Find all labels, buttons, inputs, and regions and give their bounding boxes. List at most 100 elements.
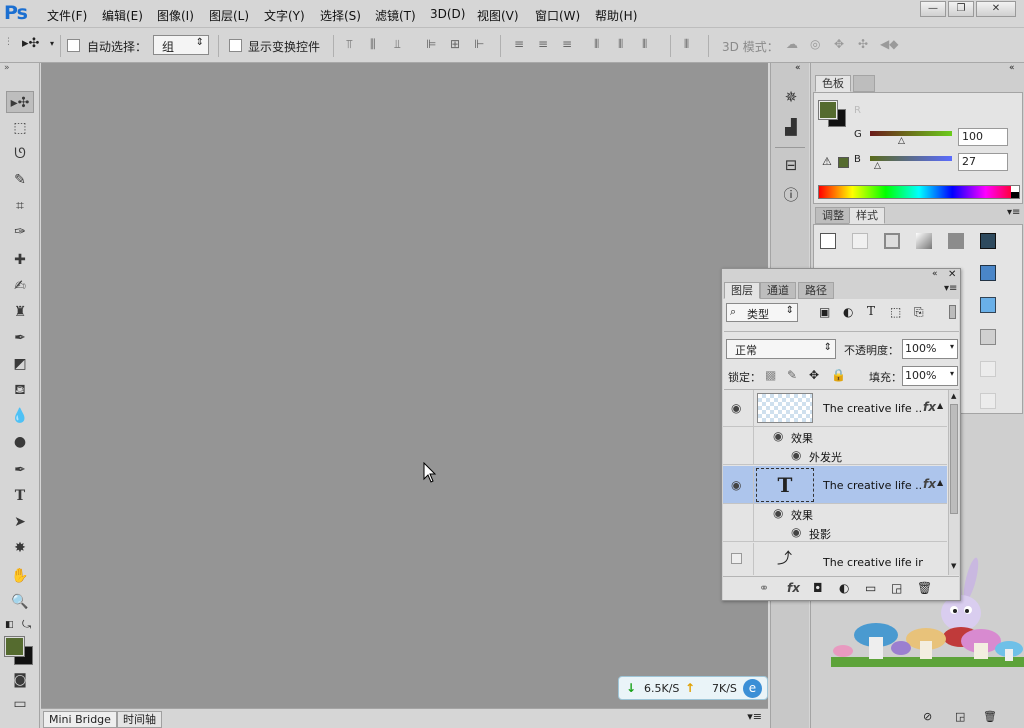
- tab-channels[interactable]: 通道: [760, 282, 796, 299]
- tab-styles[interactable]: 样式: [849, 207, 885, 224]
- filter-toggle[interactable]: [949, 305, 956, 319]
- history-brush-tool-icon[interactable]: ✒: [6, 327, 34, 349]
- foreground-color-swatch[interactable]: [4, 636, 25, 657]
- tab-extra[interactable]: [853, 75, 875, 92]
- menu-help[interactable]: 帮助(H): [595, 7, 637, 24]
- filter-text-icon[interactable]: T: [867, 304, 875, 318]
- close-panel-icon[interactable]: ✕: [948, 269, 956, 280]
- align-left-icon[interactable]: ⊫: [426, 37, 436, 51]
- tab-timeline[interactable]: 时间轴: [117, 711, 162, 728]
- color-spectrum-ramp[interactable]: [818, 185, 1020, 199]
- custom-shape-tool-icon[interactable]: ✸: [6, 537, 34, 559]
- visibility-eye-icon[interactable]: ◉: [731, 478, 741, 492]
- gamut-color-swatch[interactable]: [838, 157, 849, 168]
- expand-effects-icon[interactable]: ▲: [937, 401, 943, 410]
- menu-view[interactable]: 视图(V): [477, 7, 519, 24]
- move-tool-preset-icon[interactable]: ▸✣: [22, 36, 39, 51]
- menu-file[interactable]: 文件(F): [47, 7, 87, 24]
- new-adjustment-icon[interactable]: ◐: [839, 581, 849, 595]
- paint-bucket-tool-icon[interactable]: ⛾: [6, 379, 34, 401]
- document-canvas[interactable]: [41, 63, 768, 708]
- new-layer-icon[interactable]: ◲: [891, 581, 902, 595]
- collapse-icon[interactable]: »: [4, 63, 10, 73]
- b-slider[interactable]: [870, 156, 952, 161]
- tab-paths[interactable]: 路径: [798, 282, 834, 299]
- new-group-icon[interactable]: ▭: [865, 581, 876, 595]
- link-layers-icon[interactable]: ⚭: [759, 581, 769, 595]
- distribute-left-icon[interactable]: ⦀: [594, 37, 599, 52]
- quick-select-tool-icon[interactable]: ✎: [6, 169, 34, 191]
- menu-3d[interactable]: 3D(D): [430, 7, 465, 21]
- align-right-icon[interactable]: ⊩: [474, 37, 484, 51]
- auto-select-checkbox[interactable]: [67, 39, 80, 52]
- fx-icon[interactable]: fx: [923, 477, 936, 491]
- align-bottom-icon[interactable]: ⫫: [394, 37, 401, 52]
- style-swatch[interactable]: [980, 265, 996, 281]
- layer-row[interactable]: ◉ The creative life ... fx ▲: [723, 389, 947, 427]
- chevron-down-icon[interactable]: ▾: [50, 39, 54, 48]
- chevron-down-icon[interactable]: ▾: [950, 369, 954, 378]
- g-slider-thumb[interactable]: △: [898, 136, 905, 146]
- bw-swatch[interactable]: [1011, 186, 1019, 198]
- minimize-button[interactable]: —: [920, 1, 946, 17]
- align-vcenter-icon[interactable]: ⫼: [370, 37, 376, 52]
- foreground-color-swatch[interactable]: [818, 100, 838, 120]
- tab-mini-bridge[interactable]: Mini Bridge: [43, 711, 117, 728]
- style-swatch[interactable]: [916, 233, 932, 249]
- type-tool-icon[interactable]: T: [6, 485, 34, 507]
- align-hcenter-icon[interactable]: ⊞: [450, 37, 460, 51]
- eraser-tool-icon[interactable]: ◩: [6, 353, 34, 375]
- scroll-down-icon[interactable]: ▼: [951, 562, 956, 570]
- style-swatch[interactable]: [980, 361, 996, 377]
- gamut-warning-icon[interactable]: ⚠: [822, 155, 832, 168]
- auto-align-icon[interactable]: ⫴: [684, 37, 689, 52]
- scroll-up-icon[interactable]: ▲: [951, 392, 956, 400]
- lock-all-icon[interactable]: 🔒: [831, 368, 846, 382]
- panel-menu-icon[interactable]: ▾≡: [747, 710, 762, 723]
- filter-shape-icon[interactable]: ⬚: [890, 305, 901, 319]
- blend-mode-dropdown[interactable]: 正常 ⇕: [726, 339, 836, 359]
- collapse-icon[interactable]: «: [932, 269, 938, 279]
- new-style-icon[interactable]: ◲: [955, 710, 965, 723]
- close-button[interactable]: ✕: [976, 1, 1016, 17]
- style-swatch[interactable]: [852, 233, 868, 249]
- zoom-tool-icon[interactable]: 🔍: [6, 591, 34, 613]
- filter-smart-object-icon[interactable]: ⎘: [914, 305, 924, 320]
- layer-row[interactable]: ⤴ The creative life infi: [723, 543, 947, 575]
- fill-input[interactable]: 100% ▾: [902, 366, 958, 386]
- blur-tool-icon[interactable]: 💧: [6, 405, 34, 427]
- menu-type[interactable]: 文字(Y): [264, 7, 305, 24]
- healing-brush-tool-icon[interactable]: ✚: [6, 249, 34, 271]
- style-swatch[interactable]: [884, 233, 900, 249]
- default-colors-icon[interactable]: ◧: [5, 620, 14, 630]
- browser-icon[interactable]: e: [743, 679, 762, 698]
- scale-3d-icon[interactable]: ◀◆: [880, 37, 898, 51]
- style-swatch[interactable]: [948, 233, 964, 249]
- crop-tool-icon[interactable]: ⌗: [6, 195, 34, 217]
- info-icon[interactable]: ⓘ: [779, 183, 803, 207]
- menu-image[interactable]: 图像(I): [157, 7, 194, 24]
- distribute-bottom-icon[interactable]: ≡: [562, 37, 572, 51]
- trash-icon[interactable]: 🗑: [983, 710, 997, 723]
- style-swatch[interactable]: [980, 329, 996, 345]
- screen-mode-icon[interactable]: ▭: [6, 693, 34, 715]
- restore-button[interactable]: ❐: [948, 1, 974, 17]
- add-style-icon[interactable]: fx: [787, 581, 800, 595]
- expand-effects-icon[interactable]: ▲: [937, 478, 943, 487]
- auto-select-dropdown[interactable]: 组 ⇕: [153, 35, 209, 55]
- style-none-swatch[interactable]: [820, 233, 836, 249]
- menu-layer[interactable]: 图层(L): [209, 7, 249, 24]
- histogram-icon[interactable]: ▟: [779, 115, 803, 139]
- slide-3d-icon[interactable]: ✣: [858, 37, 868, 51]
- visibility-toggle-empty[interactable]: [731, 553, 742, 564]
- b-value-input[interactable]: 27: [958, 153, 1008, 171]
- brush-tool-icon[interactable]: ✍: [6, 275, 34, 297]
- menu-select[interactable]: 选择(S): [320, 7, 361, 24]
- fx-icon[interactable]: fx: [923, 400, 936, 414]
- add-mask-icon[interactable]: ◘: [813, 581, 823, 595]
- g-slider[interactable]: [870, 131, 952, 136]
- collapse-icon[interactable]: «: [1009, 63, 1015, 73]
- visibility-eye-icon[interactable]: ◉: [791, 448, 801, 462]
- lasso-tool-icon[interactable]: ᘎ: [6, 143, 34, 165]
- distribute-vcenter-icon[interactable]: ≡: [538, 37, 548, 51]
